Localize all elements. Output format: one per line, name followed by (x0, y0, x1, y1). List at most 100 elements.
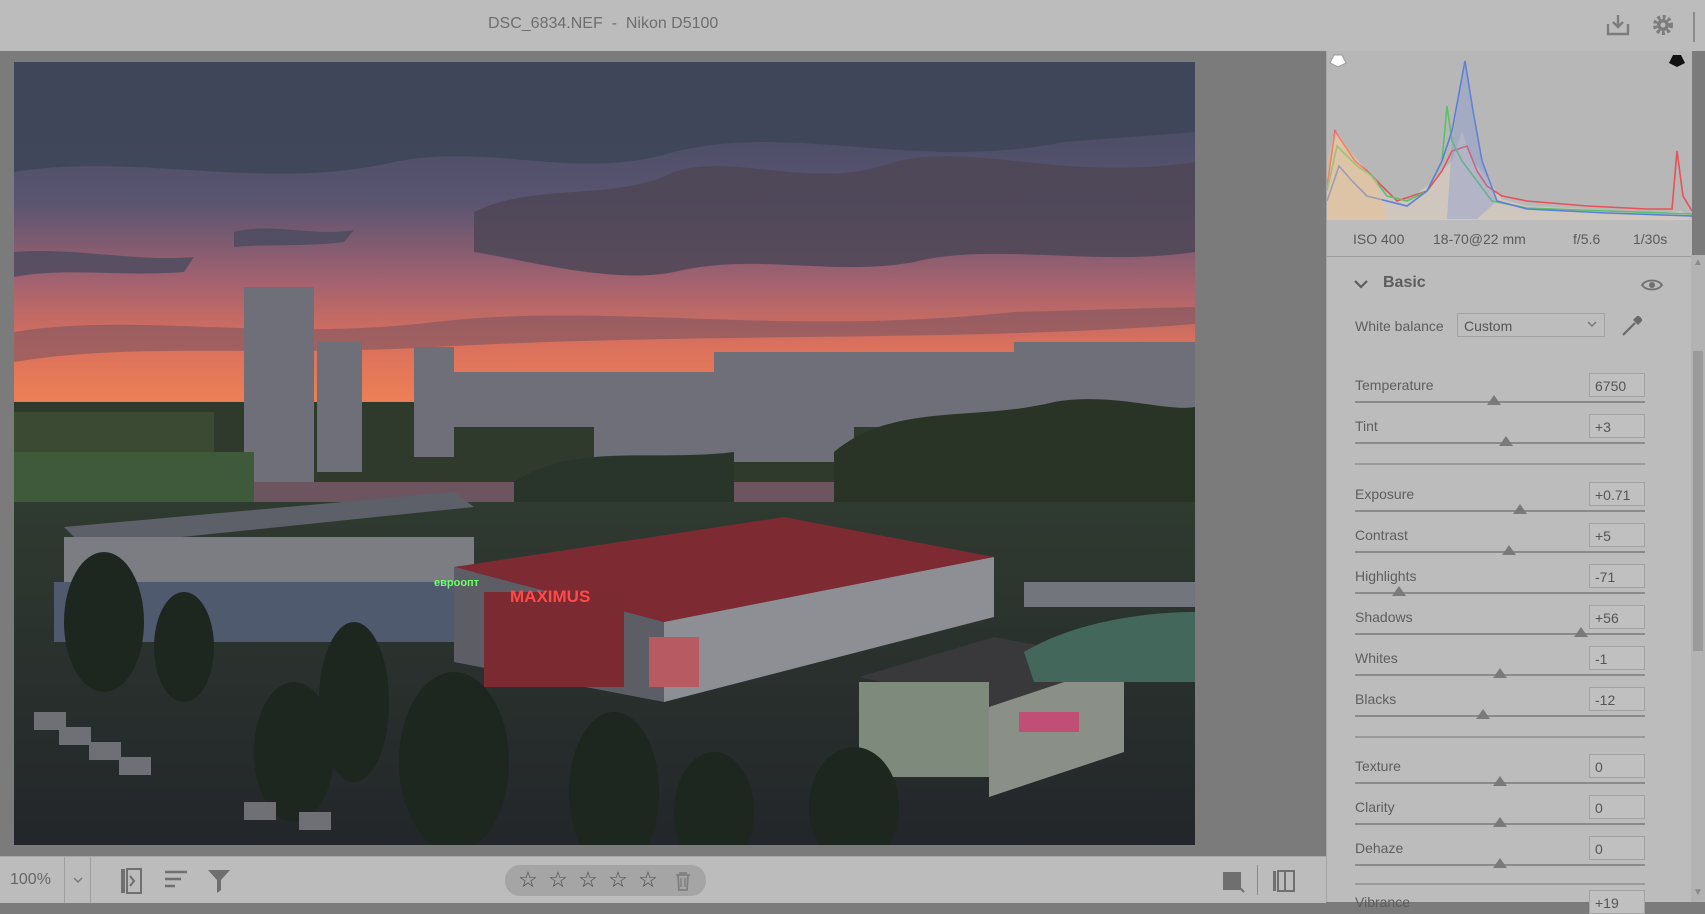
dehaze-slider[interactable]: Dehaze 0 (1355, 836, 1645, 876)
texture-slider[interactable]: Texture 0 (1355, 754, 1645, 794)
white-balance-value: Custom (1464, 318, 1513, 334)
scroll-thumb[interactable] (1693, 351, 1703, 651)
svg-text:евроопт: евроопт (434, 577, 480, 589)
exposure-slider[interactable]: Exposure +0.71 (1355, 482, 1645, 522)
slider-thumb[interactable] (1493, 858, 1507, 868)
basic-panel: Basic White balance Custom Temperature 6… (1327, 261, 1692, 914)
scroll-down-icon[interactable]: ▼ (1693, 888, 1703, 898)
white-balance-row: White balance Custom (1355, 313, 1669, 339)
shadows-slider[interactable]: Shadows +56 (1355, 605, 1645, 645)
image-viewer[interactable]: MAXIMUS евроопт (0, 51, 1326, 856)
shadows-input[interactable]: +56 (1589, 605, 1645, 629)
tint-input[interactable]: +3 (1589, 414, 1645, 438)
zoom-field[interactable]: 100% (0, 857, 65, 903)
contrast-label: Contrast (1355, 527, 1408, 543)
slider-track[interactable] (1355, 510, 1645, 512)
slider-thumb[interactable] (1493, 817, 1507, 827)
dehaze-input[interactable]: 0 (1589, 836, 1645, 860)
toolbar-divider (1257, 865, 1258, 895)
basic-section-header[interactable]: Basic (1353, 273, 1671, 297)
exif-iso: ISO 400 (1353, 231, 1405, 247)
title-bar: DSC_6834.NEF - Nikon D5100 (0, 0, 1705, 51)
texture-label: Texture (1355, 758, 1401, 774)
blacks-input[interactable]: -12 (1589, 687, 1645, 711)
zoom-value: 100% (10, 871, 51, 888)
exif-lens: 18-70@22 mm (1433, 231, 1526, 247)
edit-panel: ISO 400 18-70@22 mm f/5.6 1/30s Basic Wh… (1326, 51, 1692, 914)
slider-thumb[interactable] (1574, 627, 1589, 637)
toolbar-divider (1693, 12, 1695, 42)
exposure-label: Exposure (1355, 486, 1415, 502)
white-balance-label: White balance (1355, 318, 1444, 334)
slider-track[interactable] (1355, 551, 1645, 553)
slider-thumb[interactable] (1493, 668, 1507, 678)
temperature-slider[interactable]: Temperature 6750 (1355, 373, 1645, 413)
section-divider (1355, 736, 1645, 738)
section-divider (1355, 463, 1645, 465)
whites-label: Whites (1355, 650, 1398, 666)
white-balance-select[interactable]: Custom (1457, 313, 1605, 337)
section-divider (1355, 883, 1645, 885)
compare-view-icon[interactable] (1269, 866, 1299, 896)
exif-shutter: 1/30s (1633, 231, 1668, 247)
chevron-down-icon[interactable] (1353, 276, 1369, 292)
star-5[interactable]: ☆ (637, 868, 659, 892)
temperature-label: Temperature (1355, 377, 1434, 393)
vibrance-input[interactable]: +19 (1589, 890, 1645, 914)
slider-track[interactable] (1355, 633, 1645, 635)
clarity-label: Clarity (1355, 799, 1395, 815)
section-title: Basic (1383, 274, 1426, 291)
star-4[interactable]: ☆ (607, 868, 629, 892)
eye-icon[interactable] (1641, 275, 1663, 295)
rating-bar: ☆ ☆ ☆ ☆ ☆ (505, 865, 706, 896)
temperature-input[interactable]: 6750 (1589, 373, 1645, 397)
eyedropper-icon[interactable] (1619, 313, 1645, 339)
vibrance-slider[interactable]: Vibrance +19 (1355, 890, 1645, 914)
gear-icon[interactable] (1650, 12, 1676, 38)
photo-preview[interactable]: MAXIMUS евроопт (14, 62, 1195, 845)
star-1[interactable]: ☆ (517, 868, 539, 892)
highlights-slider[interactable]: Highlights -71 (1355, 564, 1645, 604)
dehaze-label: Dehaze (1355, 840, 1404, 856)
single-view-icon[interactable] (1218, 866, 1248, 896)
slider-track[interactable] (1355, 715, 1645, 717)
vibrance-label: Vibrance (1355, 894, 1411, 910)
slider-thumb[interactable] (1475, 709, 1490, 719)
whites-input[interactable]: -1 (1589, 646, 1645, 670)
contrast-slider[interactable]: Contrast +5 (1355, 523, 1645, 563)
chevron-down-icon (73, 877, 83, 883)
highlights-input[interactable]: -71 (1589, 564, 1645, 588)
tint-slider[interactable]: Tint +3 (1355, 414, 1645, 454)
shadows-label: Shadows (1355, 609, 1413, 625)
exif-aperture: f/5.6 (1573, 231, 1601, 247)
slider-thumb[interactable] (1513, 504, 1528, 514)
panel-scrollbar[interactable]: ▲ ▼ (1691, 255, 1705, 902)
filmstrip-toggle-icon[interactable] (117, 866, 147, 896)
slider-thumb[interactable] (1501, 545, 1516, 555)
whites-slider[interactable]: Whites -1 (1355, 646, 1645, 686)
star-3[interactable]: ☆ (577, 868, 599, 892)
download-tray-icon[interactable] (1605, 12, 1631, 38)
exposure-input[interactable]: +0.71 (1589, 482, 1645, 506)
slider-thumb[interactable] (1487, 395, 1502, 405)
trash-icon[interactable] (673, 870, 693, 892)
tint-label: Tint (1355, 418, 1378, 434)
exif-info: ISO 400 18-70@22 mm f/5.6 1/30s (1327, 219, 1692, 257)
slider-thumb[interactable] (1498, 436, 1513, 446)
clarity-input[interactable]: 0 (1589, 795, 1645, 819)
filter-icon[interactable] (205, 866, 235, 896)
slider-thumb[interactable] (1493, 776, 1507, 786)
sort-icon[interactable] (161, 866, 191, 896)
zoom-dropdown[interactable] (66, 857, 91, 903)
slider-thumb[interactable] (1391, 586, 1406, 596)
bottom-toolbar: 100% ☆ ☆ ☆ ☆ ☆ (0, 856, 1326, 903)
texture-input[interactable]: 0 (1589, 754, 1645, 778)
svg-text:MAXIMUS: MAXIMUS (510, 587, 590, 606)
scroll-up-icon[interactable]: ▲ (1693, 258, 1703, 268)
clarity-slider[interactable]: Clarity 0 (1355, 795, 1645, 835)
chevron-down-icon (1587, 321, 1597, 327)
star-2[interactable]: ☆ (547, 868, 569, 892)
file-title: DSC_6834.NEF - Nikon D5100 (488, 15, 719, 32)
blacks-slider[interactable]: Blacks -12 (1355, 687, 1645, 727)
contrast-input[interactable]: +5 (1589, 523, 1645, 547)
